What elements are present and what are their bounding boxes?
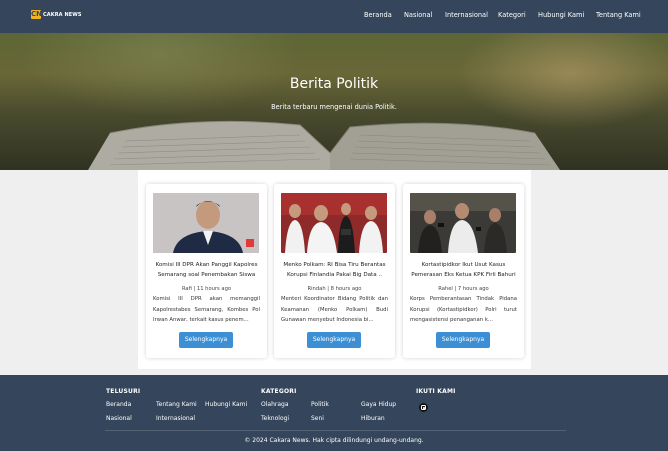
article-title[interactable]: Menko Polkam: RI Bisa Tiru Berantas Koru… <box>279 260 390 280</box>
main-nav: Beranda Nasional Internasional Kategori … <box>268 11 668 21</box>
hero-banner: Berita Politik Berita terbaru mengenai d… <box>0 33 668 170</box>
site-logo[interactable]: CN CAKRA NEWS <box>31 10 82 19</box>
footer-link-seni[interactable]: Seni <box>311 415 324 422</box>
footer-link-gaya-hidup[interactable]: Gaya Hidup <box>361 401 396 408</box>
article-title[interactable]: Komisi III DPR Akan Panggil Kapolres Sem… <box>151 260 262 280</box>
article-card: Kortastipidkor Ikut Usut Kasus Pemerasan… <box>403 184 524 358</box>
footer-link-tentang-kami[interactable]: Tentang Kami <box>156 401 197 408</box>
read-more-button[interactable]: Selengkapnya <box>307 332 361 348</box>
article-excerpt: Korps Pemberantasan Tindak Pidana Korups… <box>410 296 517 323</box>
article-card: Komisi III DPR Akan Panggil Kapolres Sem… <box>146 184 267 358</box>
article-card: Menko Polkam: RI Bisa Tiru Berantas Koru… <box>274 184 395 358</box>
site-footer: TELUSURI Beranda Tentang Kami Hubungi Ka… <box>0 375 668 451</box>
hero-overlay <box>0 33 668 170</box>
nav-beranda[interactable]: Beranda <box>364 11 392 19</box>
article-title[interactable]: Kortastipidkor Ikut Usut Kasus Pemerasan… <box>408 260 519 280</box>
footer-heading-ikuti-kami: IKUTI KAMI <box>416 388 456 395</box>
footer-divider <box>105 430 566 431</box>
article-thumbnail[interactable] <box>410 193 516 253</box>
footer-link-olahraga[interactable]: Olahraga <box>261 401 289 408</box>
footer-link-politik[interactable]: Politik <box>311 401 329 408</box>
page-subtitle: Berita terbaru mengenai dunia Politik. <box>271 103 397 111</box>
footer-link-beranda[interactable]: Beranda <box>106 401 131 408</box>
article-thumbnail[interactable] <box>281 193 387 253</box>
top-navbar: CN CAKRA NEWS Beranda Nasional Internasi… <box>0 0 668 33</box>
read-more-button[interactable]: Selengkapnya <box>179 332 233 348</box>
nav-kategori[interactable]: Kategori <box>498 11 526 19</box>
page-title: Berita Politik <box>289 76 379 92</box>
footer-heading-telusuri: TELUSURI <box>106 388 141 395</box>
article-excerpt: Komisi III DPR akan memanggil Kapolresta… <box>153 296 260 323</box>
article-meta: Rindah | 8 hours ago <box>307 286 362 292</box>
article-thumbnail[interactable] <box>153 193 259 253</box>
logo-text: CAKRA NEWS <box>43 11 82 18</box>
instagram-icon[interactable] <box>419 403 428 412</box>
read-more-button[interactable]: Selengkapnya <box>436 332 490 348</box>
footer-link-hiburan[interactable]: Hiburan <box>361 415 385 422</box>
footer-link-teknologi[interactable]: Teknologi <box>261 415 289 422</box>
footer-link-internasional[interactable]: Internasional <box>156 415 195 422</box>
logo-mark: CN <box>31 10 42 19</box>
article-meta: Rafi | 11 hours ago <box>181 286 232 292</box>
footer-heading-kategori: KATEGORI <box>261 388 297 395</box>
nav-nasional[interactable]: Nasional <box>404 11 432 19</box>
footer-link-nasional[interactable]: Nasional <box>106 415 132 422</box>
footer-link-hubungi-kami[interactable]: Hubungi Kami <box>205 401 247 408</box>
copyright-text: © 2024 Cakara News. Hak cipta dilindungi… <box>244 437 424 444</box>
article-meta: Rahel | 7 hours ago <box>438 286 489 292</box>
nav-internasional[interactable]: Internasional <box>445 11 488 19</box>
nav-tentang-kami[interactable]: Tentang Kami <box>596 11 641 19</box>
nav-hubungi-kami[interactable]: Hubungi Kami <box>538 11 584 19</box>
article-excerpt: Menteri Koordinator Bidang Politik dan K… <box>281 296 388 323</box>
